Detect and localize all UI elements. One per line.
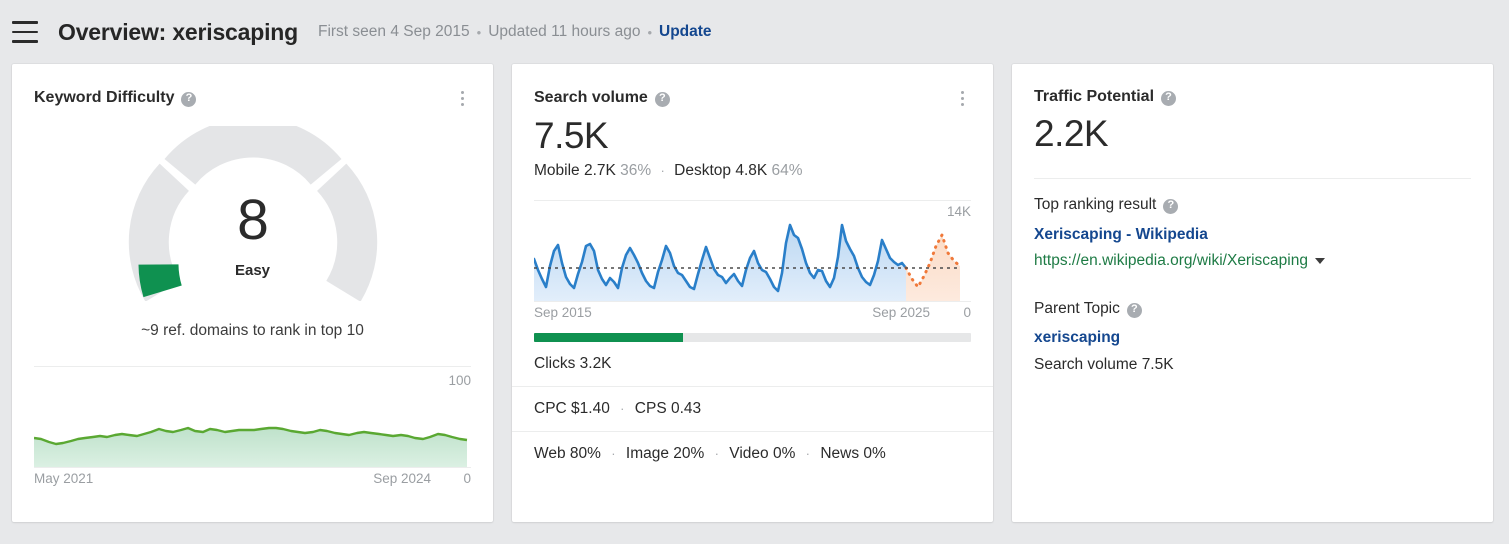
sv-card-title: Search volume — [534, 89, 648, 107]
kd-gauge: 8 Easy — [12, 126, 493, 306]
kebab-menu-icon[interactable] — [953, 88, 971, 108]
tp-parent-topic-label-row: Parent Topic ? — [1034, 300, 1471, 318]
sv-clicks-label: Clicks 3.2K — [534, 355, 612, 372]
sv-cpc-label: CPC $1.40 — [534, 400, 610, 417]
sv-card-header: Search volume ? — [512, 64, 993, 108]
parent-topic-link[interactable]: xeriscaping — [1034, 329, 1471, 347]
sv-y-max-label: 14K — [947, 204, 971, 219]
sv-cps-label: CPS 0.43 — [635, 400, 701, 417]
clicks-progress-fill — [534, 333, 683, 342]
sv-serp-web: Web 80% — [534, 445, 601, 462]
sv-x-end-label: Sep 2025 — [872, 305, 930, 320]
help-icon[interactable]: ? — [655, 92, 670, 107]
sv-area-fill — [534, 225, 906, 301]
sv-mobile-pct: 36% — [620, 162, 651, 179]
sv-serp-separator-2: · — [715, 446, 719, 461]
meta-separator-1: • — [477, 25, 482, 40]
kd-history-svg — [34, 389, 471, 469]
kebab-menu-icon[interactable] — [453, 88, 471, 108]
tp-parent-topic-section: Parent Topic ? xeriscaping Search volume… — [1012, 270, 1493, 374]
kd-card-title: Keyword Difficulty — [34, 89, 174, 107]
sv-desktop-label: Desktop 4.8K — [674, 162, 767, 179]
tp-value: 2.2K — [1012, 106, 1493, 156]
kd-history-chart: 100 0 May 2021 Sep 2024 — [34, 367, 471, 477]
meta-separator-2: • — [647, 25, 652, 40]
page-header: Overview: xeriscaping First seen 4 Sep 2… — [0, 0, 1509, 64]
tp-card-header: Traffic Potential ? — [1012, 64, 1493, 106]
sv-clicks-row: Clicks 3.2K — [512, 342, 993, 387]
help-icon[interactable]: ? — [1161, 91, 1176, 106]
cards-row: Keyword Difficulty ? 8 — [0, 64, 1509, 522]
page-title: Overview: xeriscaping — [58, 19, 298, 46]
sv-serp-separator-3: · — [806, 446, 810, 461]
sv-serp-image: Image 20% — [626, 445, 704, 462]
sv-device-split: Mobile 2.7K 36% · Desktop 4.8K 64% — [512, 158, 993, 180]
help-icon[interactable]: ? — [181, 92, 196, 107]
top-ranking-result-link[interactable]: Xeriscaping - Wikipedia — [1034, 226, 1471, 244]
kd-note: ~9 ref. domains to rank in top 10 — [12, 322, 493, 340]
update-link[interactable]: Update — [659, 23, 712, 41]
tp-top-ranking-label-row: Top ranking result ? — [1034, 196, 1471, 214]
sv-serp-separator-1: · — [611, 446, 615, 461]
updated-text: Updated 11 hours ago — [488, 23, 640, 41]
clicks-progress-track — [534, 333, 971, 342]
kd-rating: Easy — [12, 262, 493, 279]
sv-mobile-label: Mobile 2.7K — [534, 162, 616, 179]
first-seen-text: First seen 4 Sep 2015 — [318, 23, 470, 41]
sv-cpc-row: CPC $1.40 · CPS 0.43 — [512, 387, 993, 432]
tp-parent-topic-label: Parent Topic — [1034, 300, 1120, 318]
gauge-track-medium — [179, 137, 325, 171]
kd-y-min-label: 0 — [463, 471, 471, 486]
keyword-difficulty-card: Keyword Difficulty ? 8 — [12, 64, 493, 522]
sv-serp-features-row: Web 80% · Image 20% · Video 0% · News 0% — [512, 432, 993, 476]
chevron-down-icon[interactable] — [1315, 258, 1325, 264]
kd-area-fill — [34, 428, 467, 467]
sv-clicks-progress — [512, 319, 993, 342]
kd-card-header: Keyword Difficulty ? — [12, 64, 493, 108]
top-ranking-url[interactable]: https://en.wikipedia.org/wiki/Xeriscapin… — [1034, 252, 1308, 270]
tp-top-ranking-label: Top ranking result — [1034, 196, 1156, 214]
sv-desktop-pct: 64% — [772, 162, 803, 179]
search-volume-card: Search volume ? 7.5K Mobile 2.7K 36% · D… — [512, 64, 993, 522]
traffic-potential-card: Traffic Potential ? 2.2K Top ranking res… — [1012, 64, 1493, 522]
sv-split-separator: · — [661, 163, 665, 178]
sv-cpc-separator: · — [620, 401, 624, 416]
top-ranking-url-row: https://en.wikipedia.org/wiki/Xeriscapin… — [1034, 252, 1471, 270]
tp-card-title: Traffic Potential — [1034, 88, 1154, 106]
help-icon[interactable]: ? — [1127, 303, 1142, 318]
hamburger-icon[interactable] — [12, 21, 38, 43]
kd-value: 8 — [12, 192, 493, 249]
kd-y-max-label: 100 — [448, 373, 471, 388]
kd-x-end-label: Sep 2024 — [373, 471, 431, 486]
tp-top-ranking-section: Top ranking result ? Xeriscaping - Wikip… — [1012, 179, 1493, 270]
kd-x-start-label: May 2021 — [34, 471, 93, 486]
page-meta: First seen 4 Sep 2015 • Updated 11 hours… — [318, 23, 712, 41]
sv-serp-video: Video 0% — [729, 445, 795, 462]
sv-history-svg — [534, 213, 971, 308]
sv-y-min-label: 0 — [963, 305, 971, 320]
sv-history-chart: 14K 0 Sep 2015 Sep 2025 — [534, 201, 971, 319]
sv-x-start-label: Sep 2015 — [534, 305, 592, 320]
parent-topic-volume: Search volume 7.5K — [1034, 356, 1471, 374]
sv-serp-news: News 0% — [820, 445, 885, 462]
sv-value: 7.5K — [512, 108, 993, 158]
help-icon[interactable]: ? — [1163, 199, 1178, 214]
